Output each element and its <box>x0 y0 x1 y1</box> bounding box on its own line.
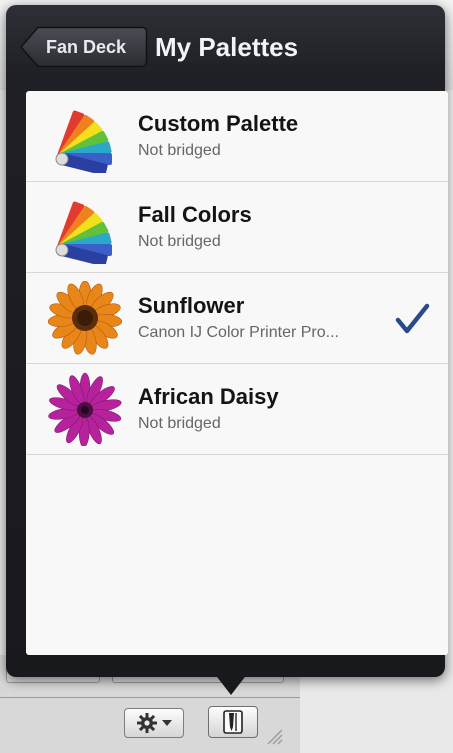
palette-status: Not bridged <box>138 233 221 250</box>
fan-deck-back-button[interactable]: Fan Deck <box>20 26 148 68</box>
fan-deck-icon <box>55 110 112 173</box>
palette-row-sunflower[interactable]: Sunflower Canon IJ Color Printer Pro... <box>26 273 448 364</box>
palette-status: Not bridged <box>138 142 221 159</box>
palettes-popover: Fan Deck My Palettes Custom Palette Not … <box>6 5 448 677</box>
divider <box>0 697 300 698</box>
palette-name: Sunflower <box>138 293 245 318</box>
checkmark-icon <box>395 303 430 334</box>
gear-icon <box>137 713 157 733</box>
palette-name: African Daisy <box>138 384 279 409</box>
palette-name: Custom Palette <box>138 111 299 136</box>
action-menu-button[interactable] <box>124 708 184 738</box>
african-daisy-thumbnail <box>48 372 122 446</box>
back-button-label: Fan Deck <box>46 37 127 57</box>
palette-list: Custom Palette Not bridged Fall Colors N… <box>26 91 448 655</box>
resize-grip[interactable] <box>264 726 284 746</box>
palette-row-african-daisy[interactable]: African Daisy Not bridged <box>26 364 448 455</box>
palette-icon <box>223 710 243 734</box>
chevron-down-icon <box>162 720 172 726</box>
palette-status: Not bridged <box>138 415 221 432</box>
popover-title: My Palettes <box>155 32 299 62</box>
fan-deck-icon <box>55 201 112 264</box>
popover-arrow <box>214 673 248 695</box>
palette-row-custom-palette[interactable]: Custom Palette Not bridged <box>26 91 448 182</box>
palettes-button[interactable] <box>208 706 258 738</box>
palette-name: Fall Colors <box>138 202 252 227</box>
palette-row-fall-colors[interactable]: Fall Colors Not bridged <box>26 182 448 273</box>
sunflower-thumbnail <box>48 281 122 355</box>
palette-status: Canon IJ Color Printer Pro... <box>138 324 339 341</box>
